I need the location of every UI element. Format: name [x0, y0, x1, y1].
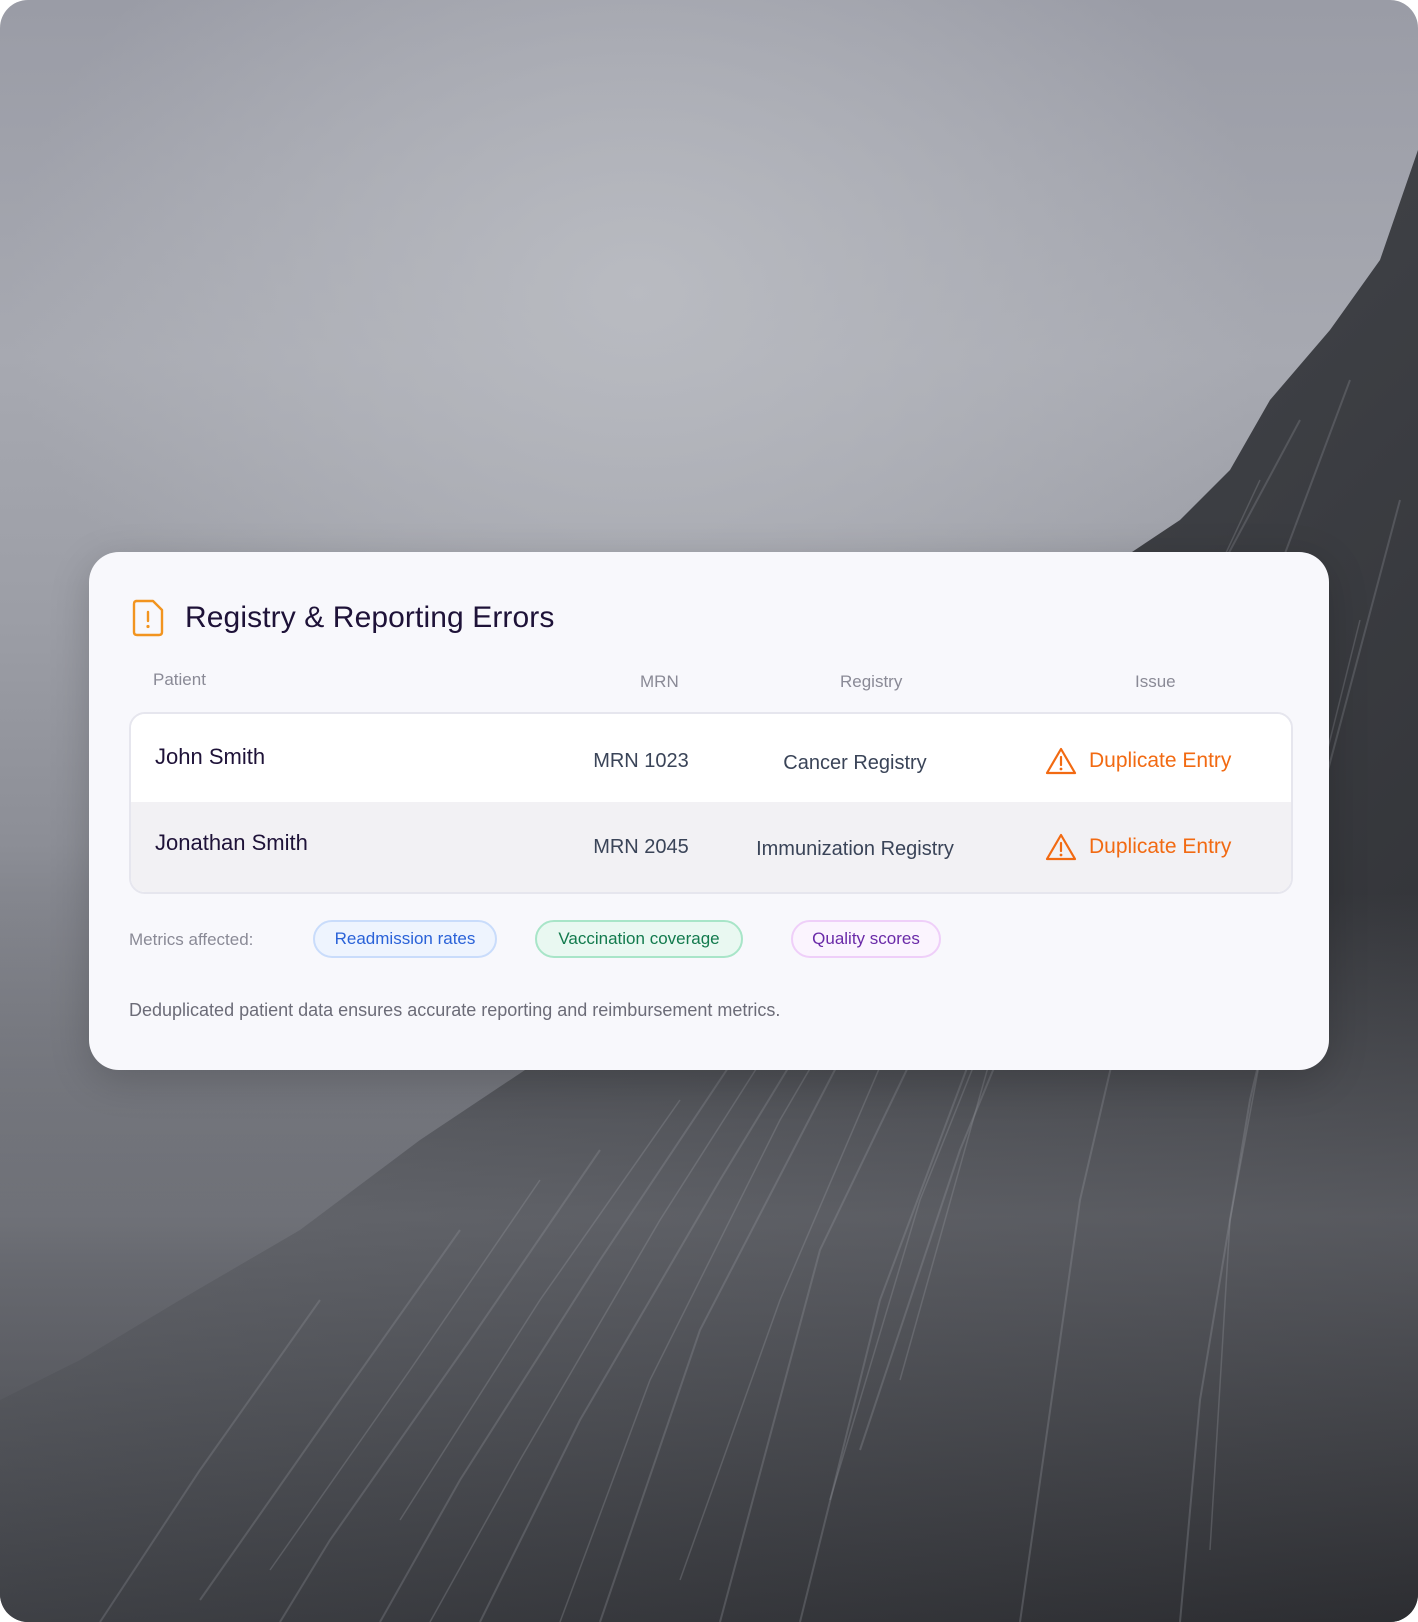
patient-name: Jonathan Smith [155, 830, 308, 855]
background-photo: Registry & Reporting Errors Patient MRN … [0, 0, 1418, 1622]
table-row[interactable]: Jonathan Smith MRN 2045 Immunization Reg… [131, 802, 1291, 892]
column-header-registry: Registry [840, 672, 903, 691]
metrics-label: Metrics affected: [129, 930, 254, 949]
registry-errors-card: Registry & Reporting Errors Patient MRN … [89, 552, 1329, 1070]
issue-value: Duplicate Entry [1045, 832, 1231, 862]
metric-chip-quality-scores[interactable]: Quality scores [791, 920, 941, 958]
issue-label: Duplicate Entry [1089, 835, 1232, 858]
column-header-patient: Patient [153, 670, 206, 689]
metric-chip-readmission-rates[interactable]: Readmission rates [313, 920, 497, 958]
card-title: Registry & Reporting Errors [185, 601, 555, 634]
table-row[interactable]: John Smith MRN 1023 Cancer Registry Dupl… [131, 714, 1291, 802]
patient-name: John Smith [155, 744, 266, 769]
document-alert-icon [131, 599, 165, 637]
mrn-value: MRN 1023 [593, 750, 689, 772]
registry-value: Immunization Registry [756, 838, 954, 860]
column-header-issue: Issue [1135, 672, 1176, 691]
warning-triangle-icon [1045, 747, 1077, 775]
card-header: Registry & Reporting Errors [131, 594, 554, 642]
mrn-value: MRN 2045 [593, 836, 689, 858]
registry-value: Cancer Registry [783, 752, 927, 774]
errors-table: John Smith MRN 1023 Cancer Registry Dupl… [129, 712, 1293, 894]
issue-value: Duplicate Entry [1045, 746, 1231, 776]
column-header-mrn: MRN [640, 672, 679, 691]
warning-triangle-icon [1045, 833, 1077, 861]
metric-chip-vaccination-coverage[interactable]: Vaccination coverage [535, 920, 743, 958]
footer-description: Deduplicated patient data ensures accura… [129, 1000, 781, 1020]
issue-label: Duplicate Entry [1089, 749, 1232, 772]
